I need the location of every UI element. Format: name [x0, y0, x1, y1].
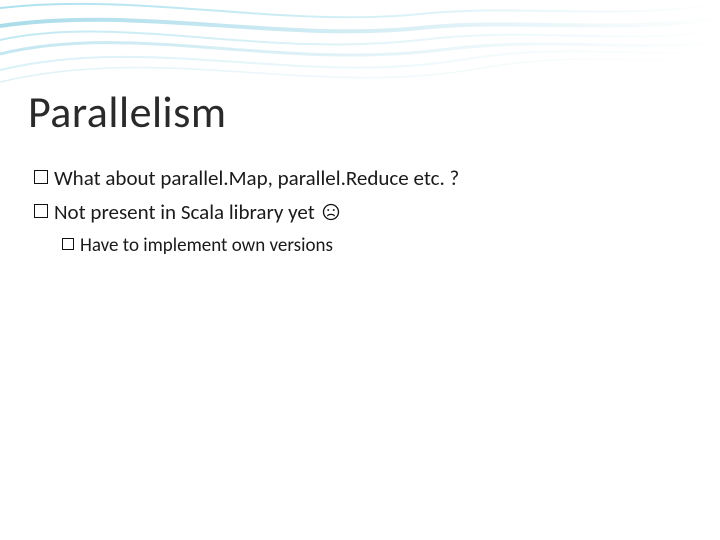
sub-bullet-item: Have to implement own versions [62, 232, 692, 260]
slide-title: Parallelism [28, 85, 692, 139]
slide-content: Parallelism What about parallel.Map, par… [28, 85, 692, 263]
bullet-marker-icon [34, 204, 48, 218]
bullet-item: Not present in Scala library yet [34, 197, 692, 227]
bullet-item: What about parallel.Map, parallel.Reduce… [34, 163, 692, 193]
bullet-text: Not present in Scala library yet [54, 197, 692, 227]
sub-bullet-text: Have to implement own versions [80, 232, 692, 260]
bullet-marker-icon [62, 238, 74, 250]
bullet-text: What about parallel.Map, parallel.Reduce… [54, 163, 692, 193]
bullet-marker-icon [34, 170, 48, 184]
sad-face-icon [322, 203, 340, 221]
bullet-text-line: Not present in Scala library yet [54, 199, 315, 225]
